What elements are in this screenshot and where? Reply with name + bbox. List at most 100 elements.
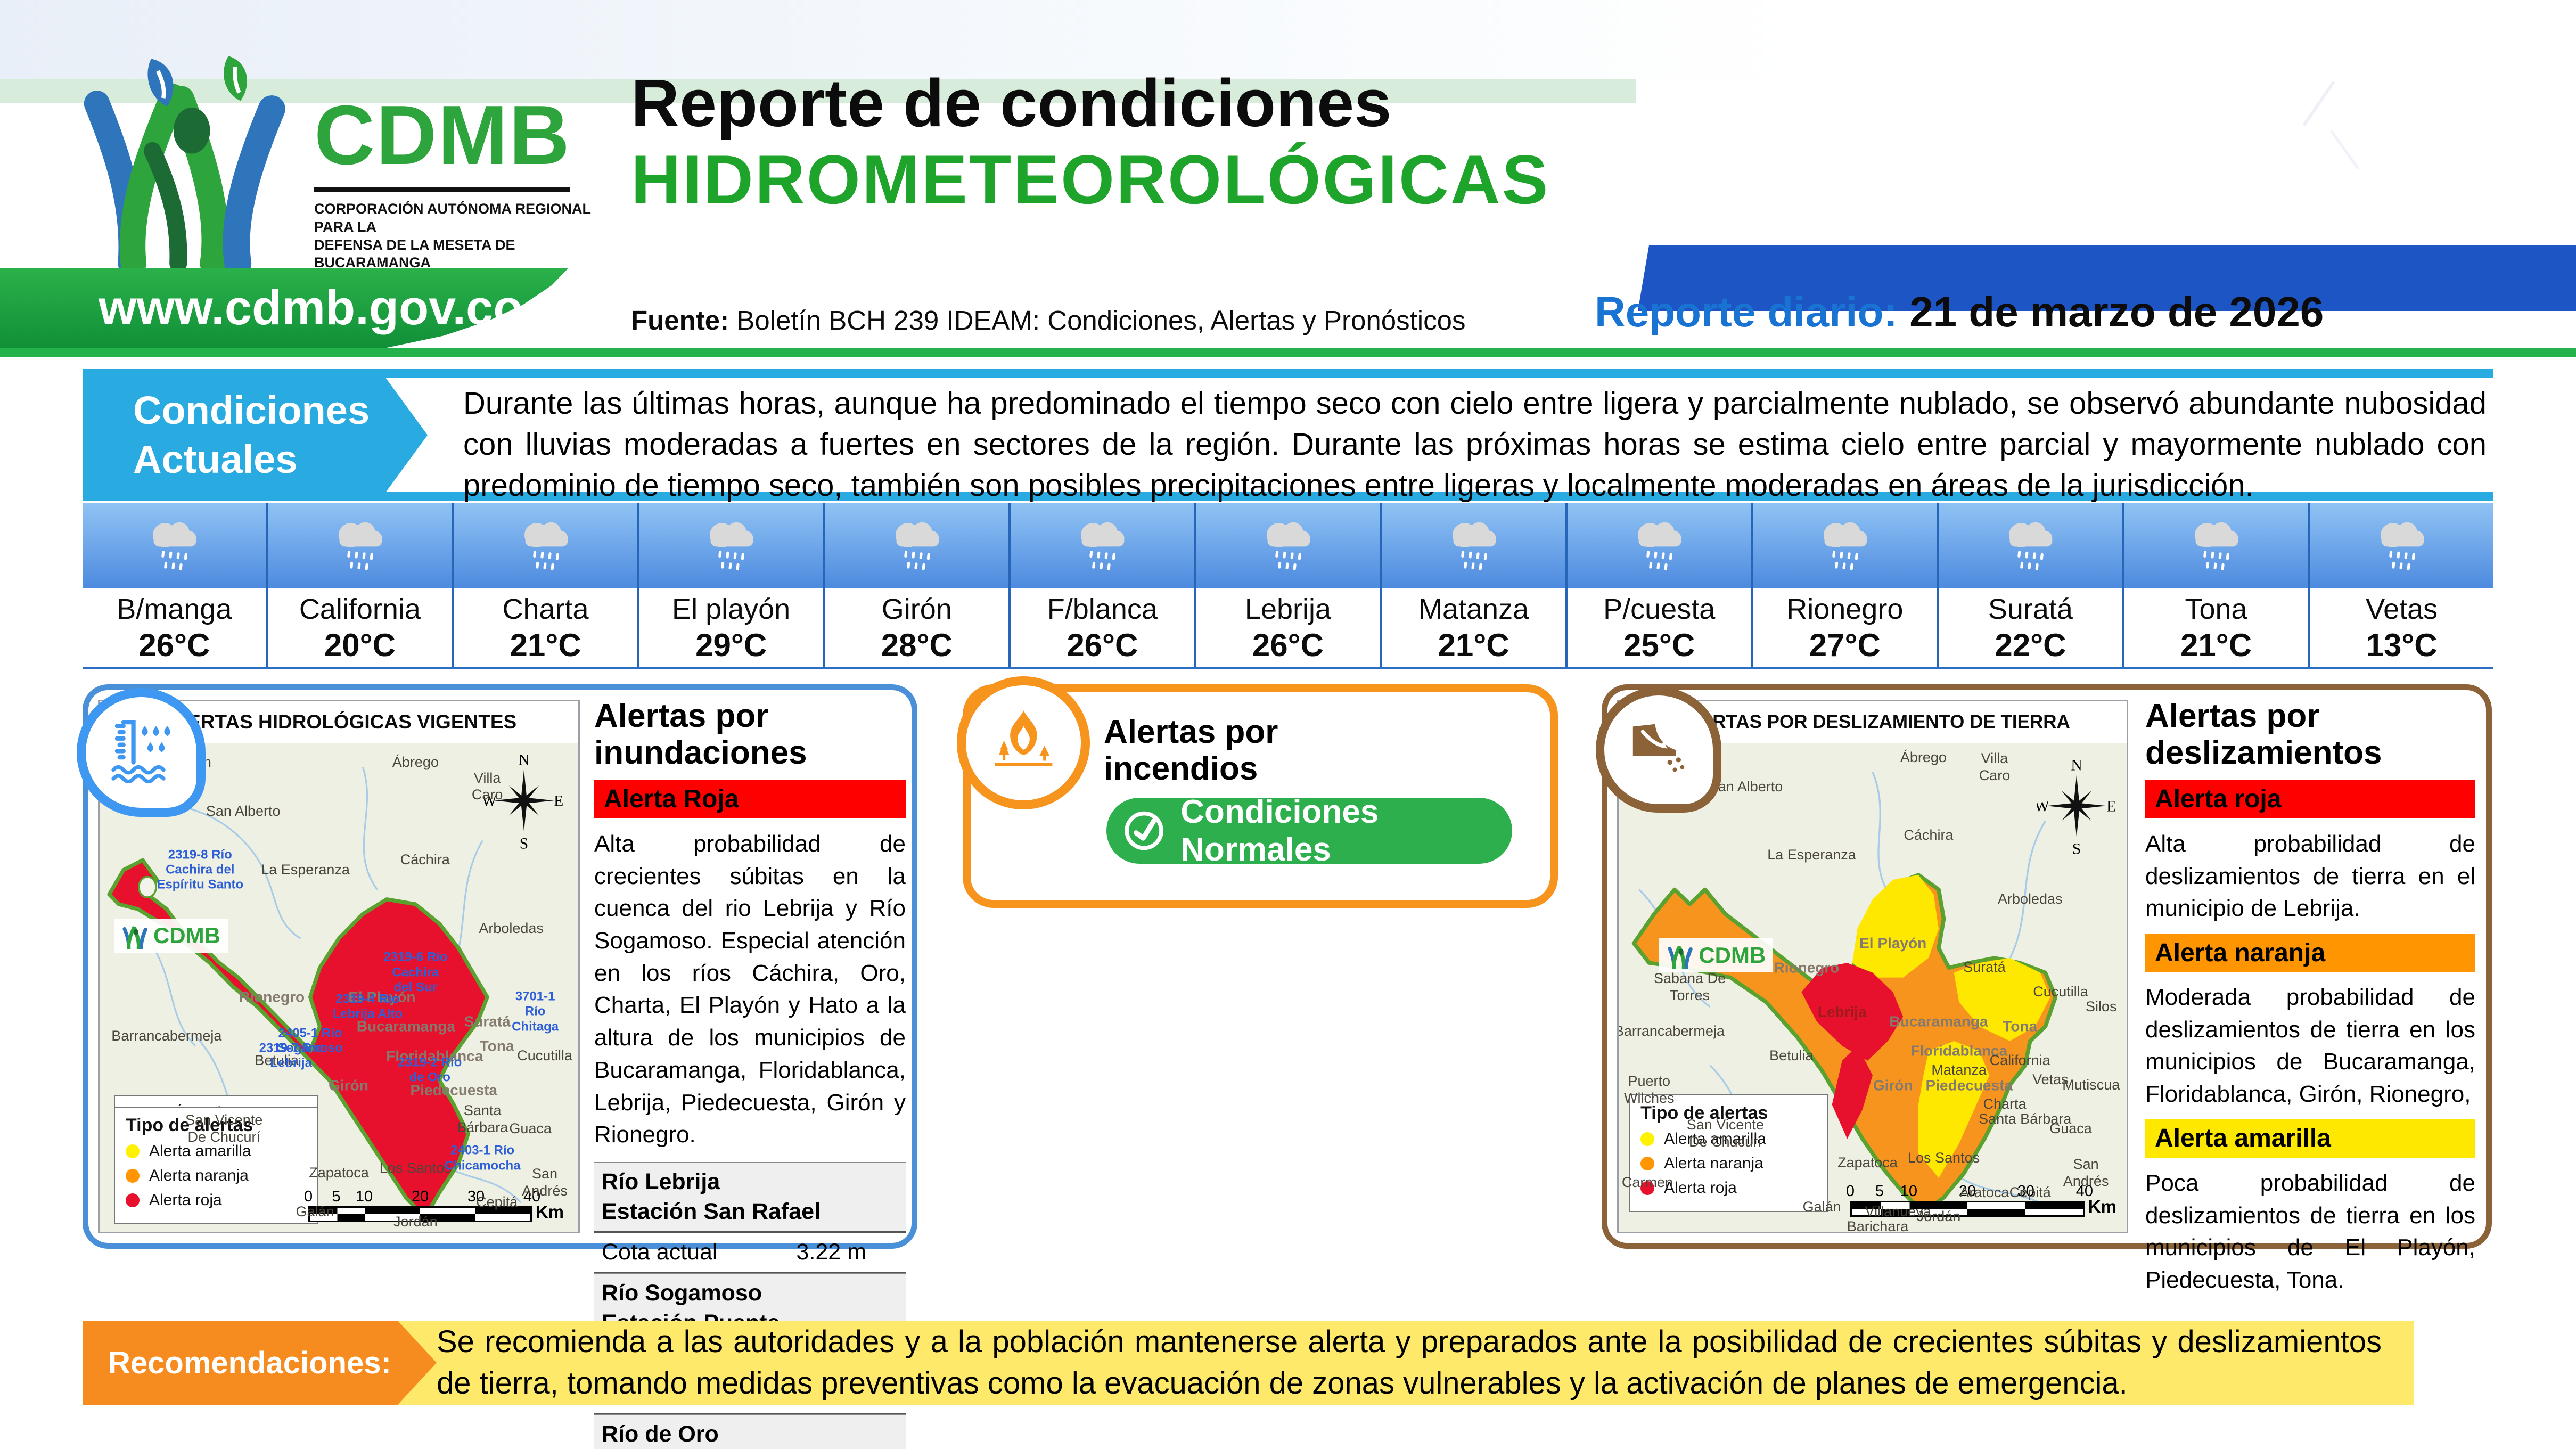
map-place-label: Los Santos [1908,1150,1980,1166]
recommendations-text: Se recomienda a las autoridades y a la p… [437,1324,2382,1401]
map-place-label: Galán [296,1204,334,1220]
rain-cloud-icon [2124,503,2308,588]
landslide-alert-level: Alerta amarilla [2145,1119,2475,1158]
weather-station: El playón 29°C [639,503,825,667]
station-name: Lebrija [1244,593,1332,625]
station-temperature: 27°C [1809,627,1881,663]
map-place-label: Suratá [1963,959,2006,976]
source-label: Fuente: [631,305,729,335]
station-name: B/manga [117,593,232,625]
scale-tick-label: 5 [1875,1183,1884,1200]
svg-text:W: W [2037,798,2049,815]
rain-cloud-icon [1567,503,1751,588]
station-name: Girón [881,593,952,625]
map-place-label: Los Santos [379,1159,452,1176]
rain-cloud-icon [2310,503,2493,588]
weather-strip: B/manga 26°C California 20°C Charta 21°C El pl… [83,503,2493,669]
metric-value: 3.22 m [796,1239,866,1265]
basin-label: 2319-8 Río Cachira del Espíritu Santo [157,847,244,892]
landslide-alert-text: Poca probabilidad de deslizamientos de t… [2145,1169,2475,1294]
map-place-label: La Esperanza [261,861,350,878]
station-name: Tona [2185,593,2247,625]
current-conditions-section: Condiciones Actuales Durante las últimas… [83,369,2493,503]
map-place-label: Zapatoca [1837,1155,1898,1171]
map-place-label: Aratoca [1959,1184,2009,1200]
map-place-label: San Vicente De Chucurí [185,1112,263,1145]
map-place-label: Sabana De Torres [1653,970,1726,1003]
weather-station: Girón 28°C [825,503,1011,667]
flood-panel: ALERTAS HIDROLÓGICAS VIGENTES N E S CDMB… [77,684,917,1449]
rain-cloud-icon [1939,503,2122,588]
map-place-label: San Alberto [206,803,281,819]
weather-station: B/manga 26°C [83,503,268,667]
conditions-label-line2: Actuales [133,437,298,481]
station-temperature: 20°C [324,627,396,663]
map-place-label: La Esperanza [1767,847,1856,863]
svg-text:N: N [2071,758,2082,774]
weather-station: Rionegro 27°C [1753,503,1939,667]
website-url[interactable]: www.cdmb.gov.co [99,280,523,336]
map-place-label: San Vicente De Chucurí [1686,1117,1764,1150]
map-place-label: El Playón [1859,935,1927,952]
conditions-label: Condiciones Actuales [83,369,428,501]
legend-item: Alerta roja [125,1191,307,1209]
legend-label: Alerta roja [1664,1179,1737,1197]
cdmb-logo: CDMB CORPORACIÓN AUTÓNOMA REGIONAL PARA … [64,32,596,277]
station-temperature: 28°C [881,627,953,663]
station-temperature: 26°C [138,627,210,663]
website-banner: www.cdmb.gov.co [0,268,569,348]
svg-text:N: N [518,752,529,769]
station-temperature: 21°C [2180,627,2252,663]
rain-cloud-icon [83,503,266,588]
report-date-label: Reporte diario: [1595,288,1910,335]
flood-alert-text: Alta probabilidad de crecientes súbitas … [594,830,906,1148]
river-station-header: Río de OroEstación Palogordo [594,1414,906,1449]
map-place-label: Mutiscua [2062,1076,2120,1093]
legend-item: Alerta naranja [125,1167,307,1185]
river-name: Río Sogamoso [602,1280,762,1306]
rain-cloud-icon [1196,503,1380,588]
header-rule [0,348,2576,357]
station-name: El playón [672,593,791,625]
storm-photo [1628,0,2576,246]
river-name: Río de Oro [602,1421,719,1447]
map-place-label: Cáchira [1904,827,1954,844]
station-level-row: Cota actual 3.22 m [594,1233,906,1273]
map-place-label: Puerto Wilches [1623,1073,1675,1106]
rain-cloud-icon [1753,503,1937,588]
landslide-alert-level: Alerta naranja [2145,934,2475,972]
map-place-label: Guaca [509,1120,552,1137]
conditions-top-bar [83,369,2493,378]
source-line: Fuente: Boletín BCH 239 IDEAM: Condicion… [631,305,1465,336]
metric-label: Cota actual [602,1239,718,1265]
svg-text:S: S [2072,840,2081,856]
fire-status-text: Condiciones Normales [1180,793,1379,868]
map-place-label: Suratá [464,1013,511,1030]
map-place-label: Villa Caro [1979,750,2011,783]
rain-cloud-icon [454,503,637,588]
scale-tick-label: 20 [411,1188,429,1205]
map-place-label: Cepitá [2009,1184,2051,1200]
station-name: Estación San Rafael [602,1198,821,1224]
fire-status-pill: Condiciones Normales [1106,793,1512,868]
weather-station: Suratá 22°C [1939,503,2124,667]
station-temperature: 29°C [695,627,767,663]
landslide-icon [1596,687,1721,813]
logo-tagline-2: DEFENSA DE LA MESETA DE BUCARAMANGA [314,236,515,271]
map-place-label: Silos [2086,998,2117,1014]
station-temperature: 22°C [1995,627,2066,663]
compass-rose: N W E S [2037,758,2116,856]
basin-label: 3701-1 Río Chitaga [512,989,559,1034]
weather-station: P/cuesta 25°C [1567,503,1753,667]
map-place-label: Ábrego [1900,749,1947,765]
basin-label: 2403-1 Río Chicamocha [444,1143,521,1173]
map-place-label: San Andrés [522,1166,568,1199]
weather-station: F/blanca 26°C [1011,503,1196,667]
map-place-label: Cepitá [476,1193,518,1210]
weather-station: Vetas 13°C [2310,503,2493,667]
check-circle-icon [1125,811,1163,850]
map-place-label: Jordán [393,1213,438,1230]
legend-label: Alerta naranja [149,1167,249,1185]
station-name: F/blanca [1047,593,1158,625]
landslide-alert-details: Alertas por deslizamientos Alerta roja Al… [2145,698,2475,1297]
